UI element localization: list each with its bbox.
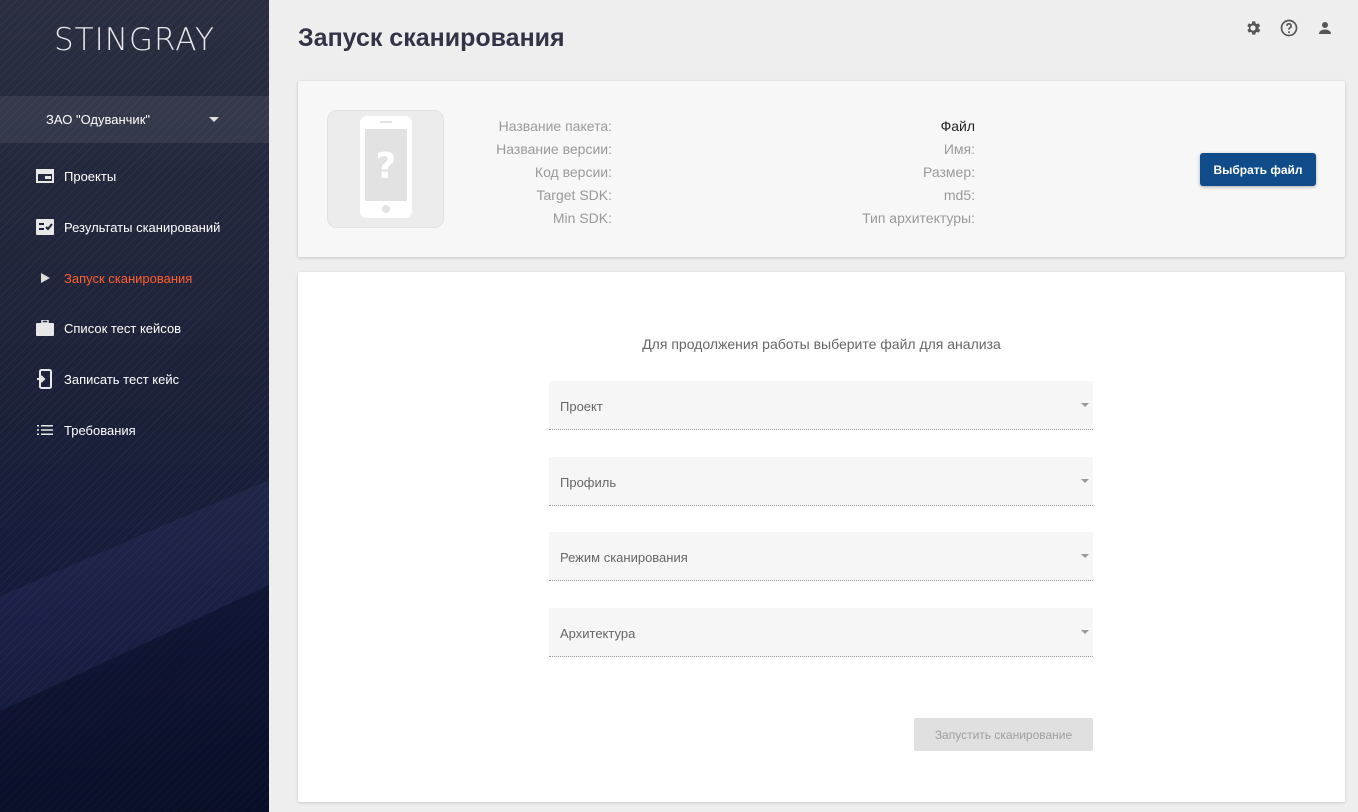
briefcase-icon	[35, 319, 55, 337]
form-hint: Для продолжения работы выберите файл для…	[642, 336, 1001, 352]
select-label: Профиль	[560, 475, 617, 490]
project-select[interactable]: Проект	[549, 381, 1093, 430]
sidebar-item-label: Запуск сканирования	[64, 270, 193, 286]
sidebar-item-record-test-case[interactable]: Записать тест кейс	[0, 361, 269, 397]
app-placeholder: ?	[327, 110, 444, 228]
help-icon[interactable]	[1278, 17, 1300, 39]
architecture-select[interactable]: Архитектура	[549, 608, 1093, 657]
dropdown-arrow-icon	[1081, 403, 1089, 407]
scan-mode-select[interactable]: Режим сканирования	[549, 532, 1093, 581]
scan-results-icon	[35, 218, 55, 236]
sidebar-item-label: Проекты	[64, 168, 117, 184]
list-icon	[35, 421, 55, 439]
dropdown-arrow-icon	[1081, 479, 1089, 483]
sidebar-item-scan-results[interactable]: Результаты сканирований	[0, 209, 269, 245]
file-md5-label: md5:	[943, 187, 975, 203]
file-size-label: Размер:	[922, 164, 975, 180]
unknown-app-icon: ?	[359, 115, 412, 223]
dropdown-arrow-icon	[1081, 630, 1089, 634]
package-name-label: Название пакета:	[498, 118, 612, 134]
svg-text:?: ?	[375, 146, 396, 187]
sidebar-item-start-scan[interactable]: Запуск сканирования	[0, 260, 269, 296]
target-sdk-label: Target SDK:	[536, 187, 612, 203]
record-device-icon	[35, 369, 55, 389]
app-logo: STINGRAY	[54, 22, 215, 58]
sidebar-item-label: Результаты сканирований	[64, 219, 221, 235]
sidebar-item-projects[interactable]: Проекты	[0, 158, 269, 194]
header-actions	[1242, 17, 1336, 39]
sidebar-item-label: Записать тест кейс	[64, 371, 180, 387]
page-title: Запуск сканирования	[298, 24, 565, 52]
package-info-card: ? Название пакета: Название версии: Код …	[298, 81, 1345, 257]
version-code-label: Код версии:	[534, 164, 612, 180]
select-label: Проект	[560, 399, 603, 414]
file-heading: Файл	[940, 118, 975, 134]
min-sdk-label: Min SDK:	[552, 210, 612, 226]
file-name-label: Имя:	[943, 141, 975, 157]
start-scan-button[interactable]: Запустить сканирование	[914, 718, 1093, 751]
scan-form-card: Для продолжения работы выберите файл для…	[298, 272, 1345, 802]
architecture-type-label: Тип архитектуры:	[862, 210, 975, 226]
caret-down-icon	[209, 117, 219, 122]
sidebar-item-test-cases[interactable]: Список тест кейсов	[0, 310, 269, 346]
play-icon	[35, 269, 55, 287]
select-label: Режим сканирования	[560, 550, 688, 565]
organization-selector[interactable]: ЗАО "Одуванчик"	[0, 96, 269, 143]
choose-file-button[interactable]: Выбрать файл	[1200, 153, 1316, 186]
sidebar-item-label: Список тест кейсов	[64, 320, 182, 336]
package-meta-labels: Название пакета: Название версии: Код ве…	[496, 115, 612, 230]
select-label: Архитектура	[560, 626, 636, 641]
organization-name: ЗАО "Одуванчик"	[46, 112, 150, 127]
dropdown-arrow-icon	[1081, 554, 1089, 558]
version-name-label: Название версии:	[496, 141, 612, 157]
sidebar-item-requirements[interactable]: Требования	[0, 412, 269, 448]
sidebar-item-label: Требования	[64, 422, 136, 438]
file-meta-labels: Файл Имя: Размер: md5: Тип архитектуры:	[862, 115, 975, 230]
account-icon[interactable]	[1314, 17, 1336, 39]
sidebar: STINGRAY ЗАО "Одуванчик" Проекты Результ…	[0, 0, 269, 812]
profile-select[interactable]: Профиль	[549, 457, 1093, 506]
projects-icon	[35, 167, 55, 185]
gear-icon[interactable]	[1242, 17, 1264, 39]
